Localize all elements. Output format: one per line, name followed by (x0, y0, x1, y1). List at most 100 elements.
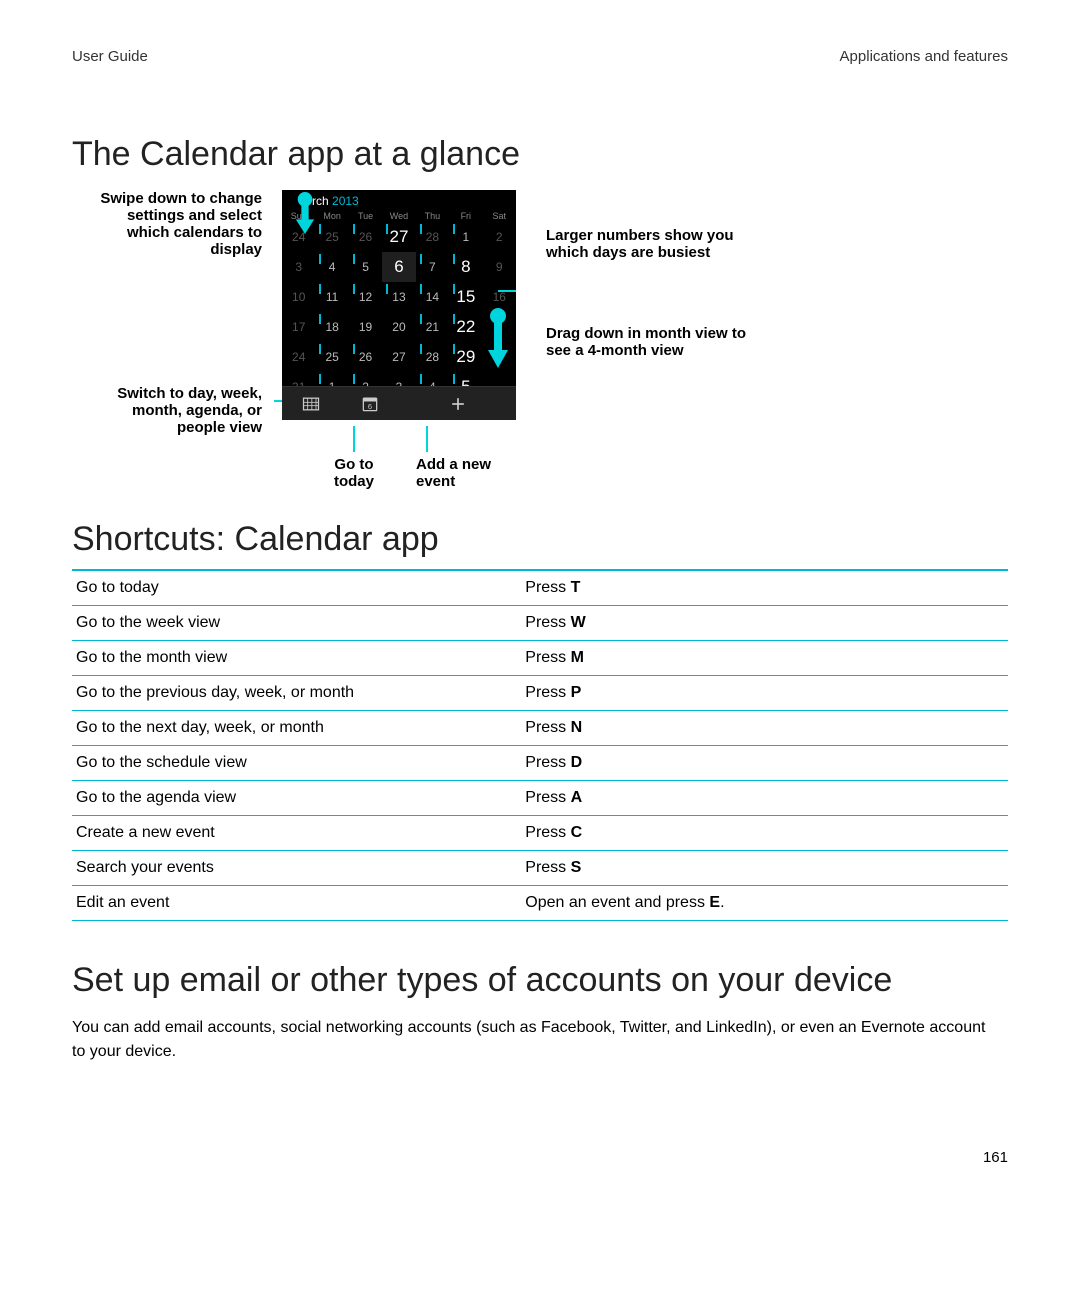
table-row: Go to the agenda viewPress A (72, 781, 1008, 816)
calendar-cell[interactable]: 20 (382, 312, 415, 342)
calendar-cell[interactable]: 5 (349, 252, 382, 282)
shortcut-key: Press C (521, 816, 1008, 851)
calendar-cell[interactable]: 1 (449, 222, 482, 252)
calendar-cell[interactable]: 25 (315, 222, 348, 252)
grid-icon (301, 394, 321, 414)
header-right: Applications and features (840, 48, 1008, 65)
leader-line (498, 290, 516, 292)
calendar-cell[interactable]: 21 (416, 312, 449, 342)
table-row: Go to the next day, week, or monthPress … (72, 711, 1008, 746)
drag-down-arrow-icon (486, 308, 510, 368)
callout-add-event: Add a new event (416, 426, 516, 490)
bottom-callouts: Go to today Add a new event (282, 426, 516, 490)
table-row: Go to the week viewPress W (72, 606, 1008, 641)
right-callouts: Larger numbers show you which days are b… (526, 190, 756, 490)
page-header: User Guide Applications and features (72, 48, 1008, 65)
shortcut-action: Go to the month view (72, 641, 521, 676)
calendar-cell[interactable]: 18 (315, 312, 348, 342)
page-number: 161 (983, 1149, 1008, 1166)
accounts-body: You can add email accounts, social netwo… (72, 1016, 1002, 1064)
shortcut-key: Press M (521, 641, 1008, 676)
callout-swipe: Swipe down to change settings and select… (82, 190, 262, 258)
calendar-day-header: Fri (449, 210, 482, 222)
plus-icon (448, 394, 468, 414)
shortcut-key: Press A (521, 781, 1008, 816)
calendar-toolbar: 6 (282, 386, 516, 420)
calendar-cell[interactable]: 29 (449, 342, 482, 372)
shortcut-action: Go to the previous day, week, or month (72, 676, 521, 711)
swipe-down-arrow-icon (294, 192, 316, 234)
calendar-day-header: Sat (483, 210, 516, 222)
calendar-cell[interactable]: 24 (282, 342, 315, 372)
calendar-cell[interactable]: 2 (483, 222, 516, 252)
heading-shortcuts: Shortcuts: Calendar app (72, 520, 1008, 559)
shortcut-action: Edit an event (72, 886, 521, 921)
add-event-button[interactable] (438, 394, 478, 414)
shortcut-key: Press S (521, 851, 1008, 886)
calendar-cell[interactable]: 7 (416, 252, 449, 282)
calendar-cell[interactable]: 28 (416, 342, 449, 372)
calendar-cell[interactable]: 26 (349, 342, 382, 372)
calendar-cell[interactable]: 6 (382, 252, 415, 282)
leader-line (353, 426, 355, 452)
calendar-diagram: Swipe down to change settings and select… (72, 190, 1008, 490)
calendar-cell[interactable]: 27 (382, 222, 415, 252)
calendar-day-header: Thu (416, 210, 449, 222)
shortcuts-table: Go to todayPress TGo to the week viewPre… (72, 569, 1008, 921)
svg-text:6: 6 (368, 402, 372, 411)
table-row: Go to todayPress T (72, 570, 1008, 606)
calendar-cell[interactable]: 19 (349, 312, 382, 342)
shortcut-key: Press W (521, 606, 1008, 641)
calendar-cell[interactable]: 13 (382, 282, 415, 312)
calendar-cell[interactable]: 8 (449, 252, 482, 282)
today-icon: 6 (360, 394, 380, 414)
callout-goto-today: Go to today (320, 426, 388, 490)
calendar-cell[interactable]: 9 (483, 252, 516, 282)
calendar-year: 2013 (332, 194, 359, 208)
shortcut-action: Go to the schedule view (72, 746, 521, 781)
shortcut-key: Press D (521, 746, 1008, 781)
calendar-cell[interactable]: 28 (416, 222, 449, 252)
table-row: Go to the month viewPress M (72, 641, 1008, 676)
calendar-cell[interactable]: 22 (449, 312, 482, 342)
shortcut-action: Create a new event (72, 816, 521, 851)
callout-switch: Switch to day, week, month, agenda, or p… (82, 385, 262, 436)
calendar-month-view: rch 2013 SunMonTueWedThuFriSat 242526272… (282, 190, 516, 420)
shortcut-action: Go to the week view (72, 606, 521, 641)
goto-today-button[interactable]: 6 (350, 394, 390, 414)
heading-accounts: Set up email or other types of accounts … (72, 961, 1008, 1000)
shortcut-key: Open an event and press E. (521, 886, 1008, 921)
calendar-cell[interactable]: 25 (315, 342, 348, 372)
calendar-cell[interactable]: 15 (449, 282, 482, 312)
callout-drag-down: Drag down in month view to see a 4-month… (546, 325, 746, 359)
leader-line (426, 426, 428, 452)
calendar-cell[interactable]: 26 (349, 222, 382, 252)
calendar-title: rch 2013 (282, 190, 516, 210)
calendar-cell[interactable]: 3 (282, 252, 315, 282)
callout-larger-numbers: Larger numbers show you which days are b… (546, 227, 746, 261)
calendar-day-header: Tue (349, 210, 382, 222)
table-row: Go to the previous day, week, or monthPr… (72, 676, 1008, 711)
calendar-cell[interactable]: 12 (349, 282, 382, 312)
calendar-cell[interactable]: 14 (416, 282, 449, 312)
heading-glance: The Calendar app at a glance (72, 135, 1008, 174)
shortcut-key: Press N (521, 711, 1008, 746)
shortcut-key: Press P (521, 676, 1008, 711)
calendar-cell[interactable]: 27 (382, 342, 415, 372)
shortcut-action: Go to the agenda view (72, 781, 521, 816)
calendar-cell[interactable]: 11 (315, 282, 348, 312)
left-callouts: Swipe down to change settings and select… (72, 190, 272, 490)
calendar-grid: SunMonTueWedThuFriSat 242526272812345678… (282, 210, 516, 402)
calendar-cell[interactable]: 17 (282, 312, 315, 342)
phone-mockup: rch 2013 SunMonTueWedThuFriSat 242526272… (282, 190, 516, 420)
calendar-day-header: Wed (382, 210, 415, 222)
shortcut-action: Search your events (72, 851, 521, 886)
header-left: User Guide (72, 48, 148, 65)
shortcut-key: Press T (521, 570, 1008, 606)
view-switch-button[interactable] (291, 394, 331, 414)
table-row: Create a new eventPress C (72, 816, 1008, 851)
table-row: Edit an eventOpen an event and press E. (72, 886, 1008, 921)
calendar-cell[interactable]: 10 (282, 282, 315, 312)
phone-column: rch 2013 SunMonTueWedThuFriSat 242526272… (282, 190, 516, 490)
calendar-cell[interactable]: 4 (315, 252, 348, 282)
